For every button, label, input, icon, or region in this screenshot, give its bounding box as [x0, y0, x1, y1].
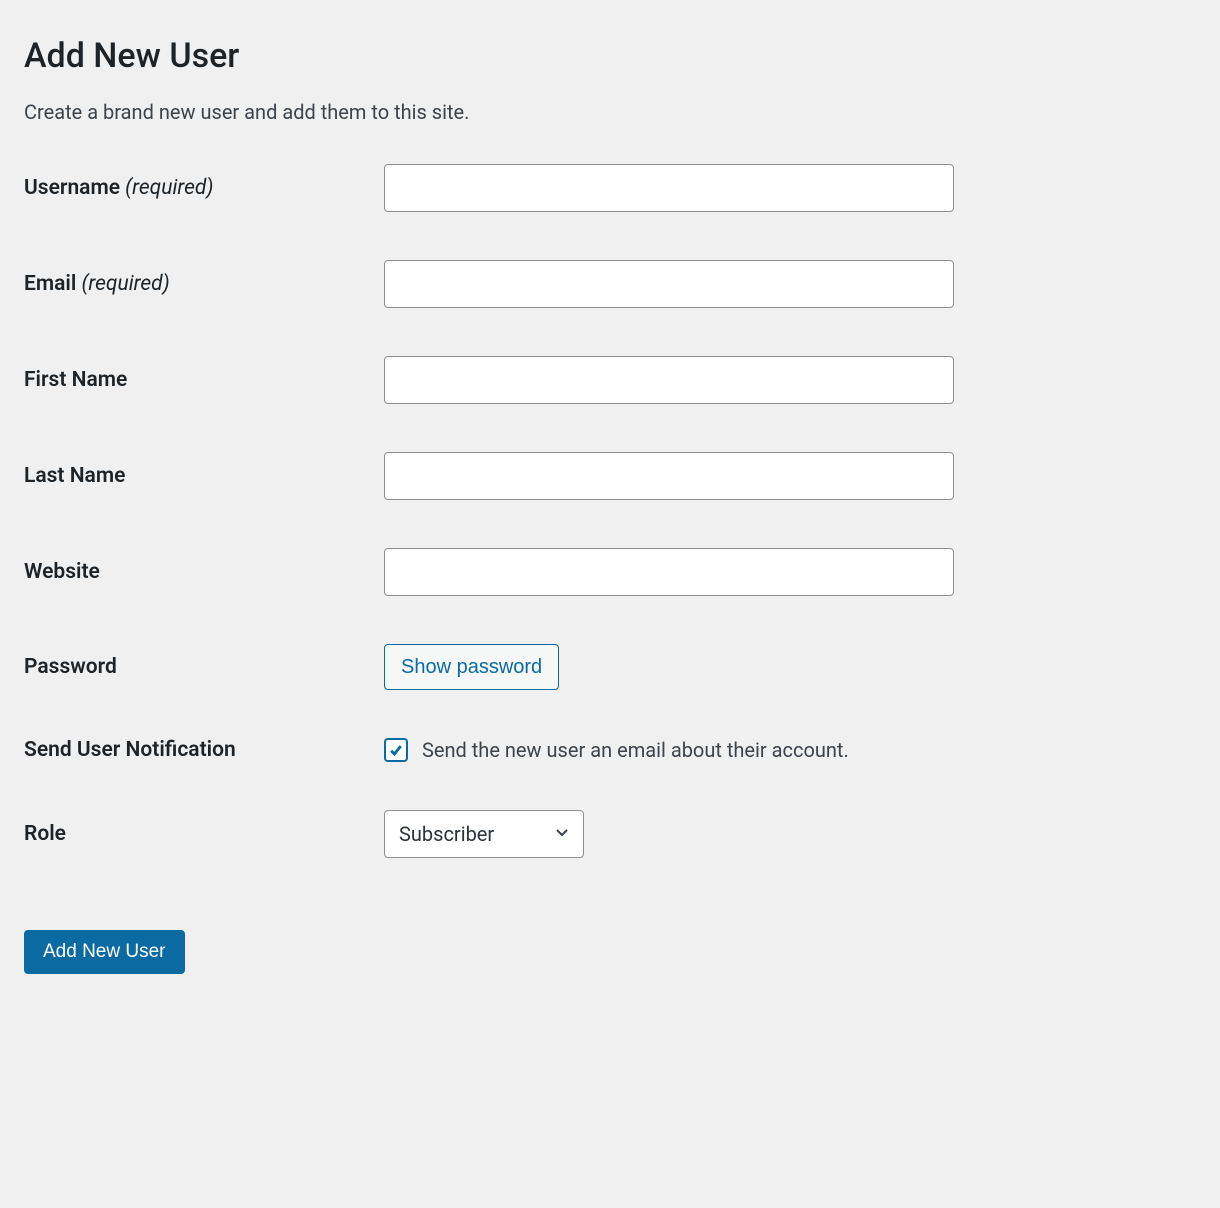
- show-password-button[interactable]: Show password: [384, 644, 559, 690]
- add-new-user-button[interactable]: Add New User: [24, 930, 185, 974]
- website-row: Website: [24, 548, 1196, 596]
- notification-checkbox-label: Send the new user an email about their a…: [422, 738, 849, 762]
- role-select[interactable]: Subscriber: [384, 810, 584, 858]
- check-icon: [388, 742, 404, 758]
- add-user-form: Username (required) Email (required) Fir…: [24, 164, 1196, 858]
- role-label: Role: [24, 822, 66, 846]
- role-selected-value: Subscriber: [399, 822, 494, 846]
- role-row: Role Subscriber: [24, 810, 1196, 858]
- website-input[interactable]: [384, 548, 954, 596]
- page-title: Add New User: [24, 36, 1196, 76]
- notification-row: Send User Notification Send the new user…: [24, 738, 1196, 762]
- page-description: Create a brand new user and add them to …: [24, 100, 1196, 124]
- notification-checkbox[interactable]: [384, 738, 408, 762]
- notification-label: Send User Notification: [24, 738, 236, 762]
- required-indicator: (required): [76, 272, 169, 296]
- required-indicator: (required): [120, 176, 213, 200]
- username-input[interactable]: [384, 164, 954, 212]
- password-row: Password Show password: [24, 644, 1196, 690]
- username-row: Username (required): [24, 164, 1196, 212]
- first-name-label: First Name: [24, 368, 127, 392]
- email-row: Email (required): [24, 260, 1196, 308]
- username-label: Username (required): [24, 176, 213, 200]
- email-input[interactable]: [384, 260, 954, 308]
- email-label: Email (required): [24, 272, 170, 296]
- first-name-row: First Name: [24, 356, 1196, 404]
- last-name-label: Last Name: [24, 464, 125, 488]
- website-label: Website: [24, 560, 100, 584]
- last-name-input[interactable]: [384, 452, 954, 500]
- first-name-input[interactable]: [384, 356, 954, 404]
- last-name-row: Last Name: [24, 452, 1196, 500]
- password-label: Password: [24, 655, 117, 679]
